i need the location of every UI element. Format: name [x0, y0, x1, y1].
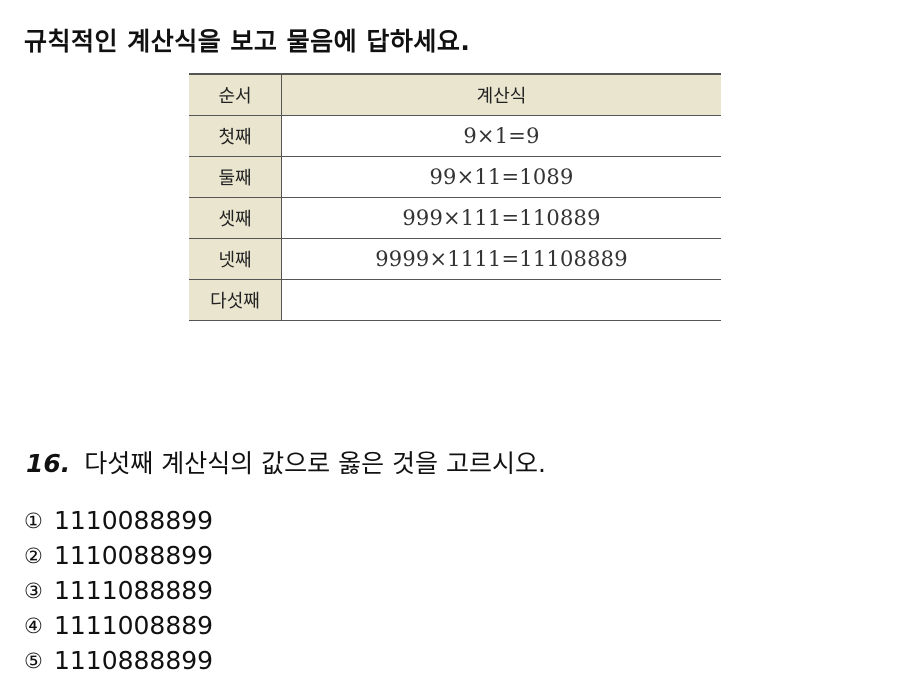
- row-expression: 99×11=1089: [281, 156, 721, 198]
- choice-value: 1111088889: [54, 576, 214, 605]
- answer-choices: ① 1110088899 ② 1110088899 ③ 1111088889 ④…: [24, 503, 213, 678]
- choice-4[interactable]: ④ 1111008889: [24, 608, 213, 643]
- row-order-label: 첫째: [189, 115, 282, 157]
- question-text: 다섯째 계산식의 값으로 옳은 것을 고르시오.: [84, 449, 546, 478]
- choice-marker: ⑤: [24, 648, 43, 673]
- row-order-label: 둘째: [189, 156, 282, 198]
- row-order-label: 셋째: [189, 197, 282, 239]
- choice-value: 1111008889: [54, 611, 214, 640]
- choice-value: 1110888899: [54, 646, 214, 675]
- choice-value: 1110088899: [54, 506, 214, 535]
- page-title: 규칙적인 계산식을 보고 물음에 답하세요.: [24, 27, 471, 56]
- choice-marker: ①: [24, 508, 43, 533]
- table-row: 둘째 99×11=1089: [189, 156, 721, 198]
- question-number: 16.: [26, 449, 71, 478]
- choice-2[interactable]: ② 1110088899: [24, 538, 213, 573]
- question: 16. 다섯째 계산식의 값으로 옳은 것을 고르시오.: [26, 444, 546, 480]
- row-expression-blank: [281, 279, 721, 321]
- header-order: 순서: [189, 73, 282, 116]
- table-row: 첫째 9×1=9: [189, 115, 721, 157]
- header-expression: 계산식: [281, 73, 721, 116]
- choice-3[interactable]: ③ 1111088889: [24, 573, 213, 608]
- table-header-row: 순서 계산식: [189, 73, 721, 116]
- row-order-label: 넷째: [189, 238, 282, 280]
- calculation-pattern-table: 순서 계산식 첫째 9×1=9 둘째 99×11=1089 셋째 999×111…: [189, 73, 721, 321]
- row-expression: 9×1=9: [281, 115, 721, 157]
- row-expression: 999×111=110889: [281, 197, 721, 239]
- choice-marker: ④: [24, 613, 43, 638]
- row-expression: 9999×1111=11108889: [281, 238, 721, 280]
- table-row: 셋째 999×111=110889: [189, 197, 721, 239]
- choice-marker: ③: [24, 578, 43, 603]
- choice-5[interactable]: ⑤ 1110888899: [24, 643, 213, 678]
- choice-1[interactable]: ① 1110088899: [24, 503, 213, 538]
- choice-marker: ②: [24, 543, 43, 568]
- choice-value: 1110088899: [54, 541, 214, 570]
- table-row: 넷째 9999×1111=11108889: [189, 238, 721, 280]
- table-row: 다섯째: [189, 279, 721, 321]
- row-order-label: 다섯째: [189, 279, 282, 321]
